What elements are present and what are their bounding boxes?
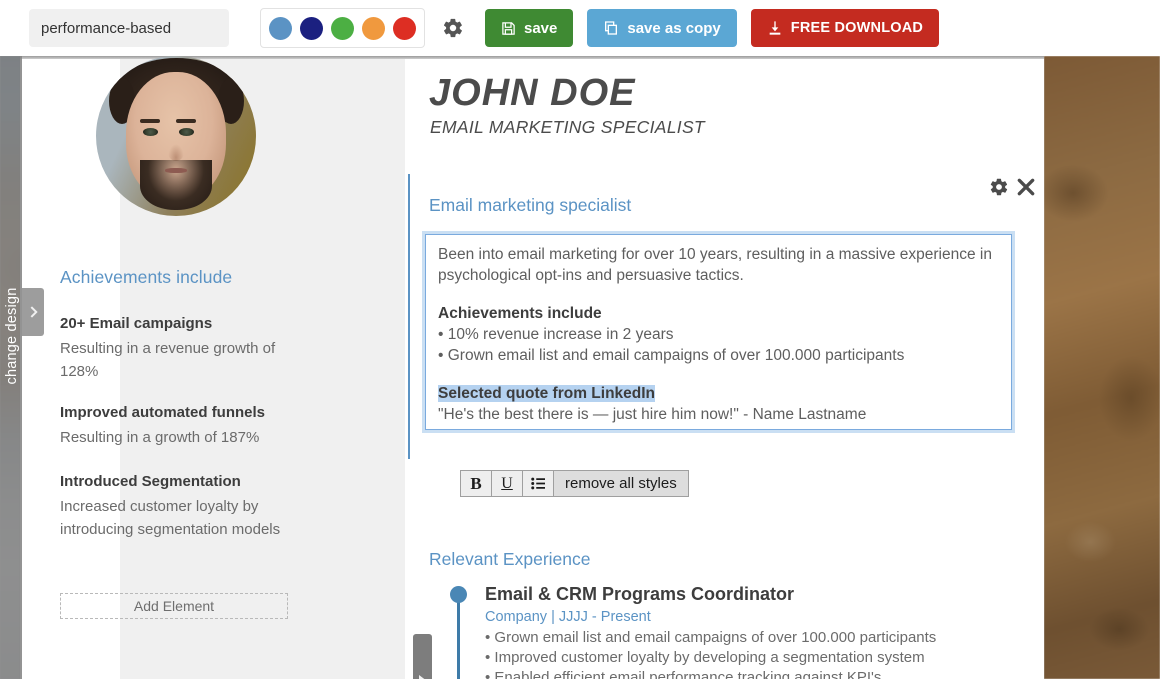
avatar-eye-left — [143, 128, 158, 136]
avatar-mouth — [165, 168, 187, 173]
bullet-list-button[interactable] — [522, 470, 553, 497]
achievement-bullet-1: • 10% revenue increase in 2 years — [438, 326, 674, 343]
background-photo-right — [1044, 56, 1160, 679]
swatch-navy[interactable] — [300, 16, 323, 40]
sidebar-scroll-tab[interactable] — [413, 634, 432, 679]
chevron-right-icon — [26, 306, 38, 318]
triangle-right-icon — [418, 675, 427, 679]
remove-all-styles-button[interactable]: remove all styles — [553, 470, 689, 497]
achievement-bullet-2: • Grown email list and email campaigns o… — [438, 347, 905, 364]
section-editable-textbox[interactable]: Been into email marketing for over 10 ye… — [425, 234, 1012, 430]
free-download-label: FREE DOWNLOAD — [790, 20, 924, 36]
experience-meta-1: Company | JJJJ - Present — [485, 609, 651, 625]
sidebar-block-body-2: Resulting in a growth of 187% — [60, 429, 260, 446]
achievements-title: Achievements include — [438, 305, 602, 322]
selected-text-highlight: Selected quote from LinkedIn — [438, 385, 656, 402]
document-name-input[interactable] — [29, 9, 229, 47]
bold-button[interactable]: B — [460, 470, 491, 497]
resume-sheet: Achievements include 20+ Email campaigns… — [20, 56, 1044, 679]
download-icon — [767, 20, 783, 36]
color-swatch-group — [260, 8, 425, 48]
free-download-button[interactable]: FREE DOWNLOAD — [750, 9, 940, 47]
swatch-red[interactable] — [393, 16, 416, 40]
sidebar-block-title-3: Introduced Segmentation — [60, 473, 241, 490]
avatar-eye-right — [179, 128, 194, 136]
sidebar-heading: Achievements include — [60, 267, 233, 287]
section-heading: Email marketing specialist — [429, 195, 632, 215]
experience-bullet-1-2: • Improved customer loyalty by developin… — [485, 649, 925, 666]
add-element-button[interactable]: Add Element — [60, 593, 288, 619]
experience-timeline-dot-1 — [450, 586, 467, 603]
experience-bullet-1-3: • Enabled efficient email performance tr… — [485, 669, 882, 679]
experience-timeline-line — [457, 593, 460, 679]
experience-heading: Relevant Experience — [429, 549, 591, 569]
save-button-label: save — [524, 19, 558, 37]
avatar[interactable] — [96, 56, 256, 216]
experience-role-1: Email & CRM Programs Coordinator — [485, 584, 795, 604]
change-design-label: change design — [4, 287, 20, 385]
copy-icon — [603, 20, 619, 36]
avatar-brow-right — [176, 119, 196, 123]
gear-icon[interactable] — [441, 16, 465, 40]
page-title: JOHN DOE — [429, 72, 636, 114]
close-icon[interactable] — [1016, 177, 1036, 197]
avatar-nose — [168, 144, 184, 161]
quote-text: "He's the best there is — just hire him … — [438, 406, 867, 423]
bullet-list-icon — [531, 477, 545, 490]
save-as-copy-button[interactable]: save as copy — [587, 9, 737, 47]
sidebar-block-title-2: Improved automated funnels — [60, 404, 266, 421]
swatch-steel-blue[interactable] — [269, 16, 292, 40]
underline-button[interactable]: U — [491, 470, 522, 497]
bold-button-label: B — [470, 473, 482, 493]
section-paragraph: Been into email marketing for over 10 ye… — [438, 246, 992, 284]
swatch-green[interactable] — [331, 16, 354, 40]
change-design-panel[interactable]: change design — [0, 56, 22, 679]
sidebar-block-title-1: 20+ Email campaigns — [60, 315, 213, 332]
experience-bullet-1-1: • Grown email list and email campaigns o… — [485, 629, 937, 646]
quote-spacer — [438, 366, 1001, 383]
gear-icon[interactable] — [989, 177, 1009, 197]
change-design-expand-button[interactable] — [22, 288, 44, 336]
section-accent-bar — [408, 174, 410, 459]
save-as-copy-label: save as copy — [627, 19, 721, 37]
avatar-brow-left — [140, 119, 160, 123]
save-button[interactable]: save — [485, 9, 574, 47]
editor-canvas: Achievements include 20+ Email campaigns… — [0, 56, 1160, 679]
swatch-orange[interactable] — [362, 16, 385, 40]
sidebar-block-body-3: Increased customer loyalty by introducin… — [60, 498, 281, 538]
sidebar-block-body-1: Resulting in a revenue growth of 128% — [60, 340, 276, 380]
rich-text-toolbar: B U remove all styles — [460, 470, 689, 497]
job-subtitle: EMAIL MARKETING SPECIALIST — [430, 117, 705, 137]
top-toolbar: save save as copy FREE DOWNLOAD — [0, 0, 1160, 56]
underline-button-label: U — [501, 474, 513, 492]
quote-title-row: Selected quote from LinkedIn — [438, 383, 1001, 404]
floppy-disk-icon — [501, 21, 516, 36]
